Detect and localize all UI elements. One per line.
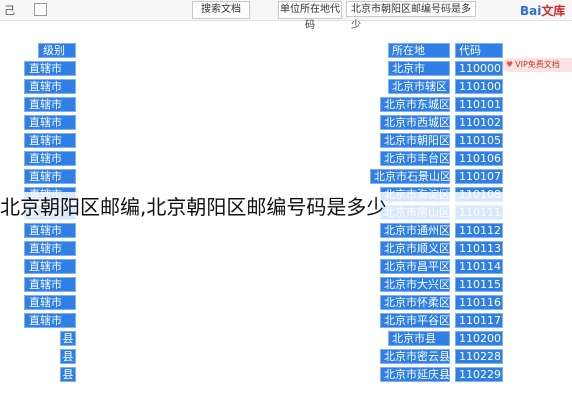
cell-code: 110105	[455, 133, 503, 148]
cell-name: 北京市通州区	[380, 223, 450, 238]
cell-level: 直辖市	[24, 277, 76, 292]
cell-name: 北京市	[388, 61, 450, 76]
cell-level: 直辖市	[24, 313, 76, 328]
cell-code: 110229	[455, 367, 503, 382]
vip-label: VIP免费文档	[515, 60, 560, 69]
logo-left: Bai	[520, 4, 542, 18]
cell-code: 110115	[455, 277, 503, 292]
header-code: 代码	[455, 43, 503, 58]
cell-level: 县	[60, 331, 76, 346]
cell-name: 北京市怀柔区	[380, 295, 450, 310]
cell-level: 直辖市	[24, 223, 76, 238]
cell-name: 北京市石景山区	[370, 169, 450, 184]
cell-code: 110112	[455, 223, 503, 238]
cell-level: 直辖市	[24, 151, 76, 166]
cell-name: 北京市朝阳区	[380, 133, 450, 148]
cell-level: 直辖市	[24, 241, 76, 256]
cell-level: 直辖市	[24, 169, 76, 184]
top-toolbar: 己 搜索文档 单位所在地代码 北京市朝阳区邮编号码是多少 Bai文库	[0, 0, 572, 31]
header-name: 所在地	[388, 43, 450, 58]
header-level: 级别	[38, 43, 76, 58]
cell-level: 直辖市	[24, 61, 76, 76]
toolbar-left-text: 己	[4, 4, 15, 17]
vip-badge[interactable]: ♥ VIP免费文档	[502, 58, 572, 72]
search-input[interactable]: 北京市朝阳区邮编号码是多少	[346, 1, 476, 31]
cell-name: 北京市西城区	[380, 115, 450, 130]
cell-level: 直辖市	[24, 295, 76, 310]
cell-name: 北京市延庆县	[380, 367, 450, 382]
location-code-button[interactable]: 单位所在地代码	[278, 1, 342, 31]
cell-code: 110000	[455, 61, 503, 76]
cell-name: 北京市东城区	[380, 97, 450, 112]
cell-code: 110107	[455, 169, 503, 184]
cell-level: 直辖市	[24, 259, 76, 274]
cell-code: 110106	[455, 151, 503, 166]
cell-level: 直辖市	[24, 97, 76, 112]
cell-code: 110102	[455, 115, 503, 130]
checkbox[interactable]	[34, 3, 47, 16]
cell-level: 县	[60, 349, 76, 364]
cell-name: 北京市丰台区	[380, 151, 450, 166]
baidu-wenku-logo[interactable]: Bai文库	[520, 2, 565, 19]
cell-level: 直辖市	[24, 79, 76, 94]
cell-name: 北京市昌平区	[380, 259, 450, 274]
cell-name: 北京市辖区	[388, 79, 450, 94]
heart-icon: ♥	[506, 60, 514, 69]
cell-code: 110200	[455, 331, 503, 346]
cell-name: 北京市大兴区	[380, 277, 450, 292]
cell-code: 110114	[455, 259, 503, 274]
cell-code: 110100	[455, 79, 503, 94]
cell-name: 北京市县	[388, 331, 450, 346]
cell-level: 县	[60, 367, 76, 382]
search-doc-button[interactable]: 搜索文档	[192, 1, 250, 19]
cell-name: 北京市顺义区	[380, 241, 450, 256]
logo-right: 文库	[541, 4, 566, 18]
cell-code: 110117	[455, 313, 503, 328]
cell-level: 直辖市	[24, 133, 76, 148]
cell-level: 直辖市	[24, 115, 76, 130]
cell-name: 北京市密云县	[380, 349, 450, 364]
cell-code: 110101	[455, 97, 503, 112]
cell-name: 北京市平谷区	[380, 313, 450, 328]
cell-code: 110116	[455, 295, 503, 310]
headline-caption: 北京朝阳区邮编,北京朝阳区邮编号码是多少	[0, 192, 572, 222]
cell-code: 110228	[455, 349, 503, 364]
cell-code: 110113	[455, 241, 503, 256]
